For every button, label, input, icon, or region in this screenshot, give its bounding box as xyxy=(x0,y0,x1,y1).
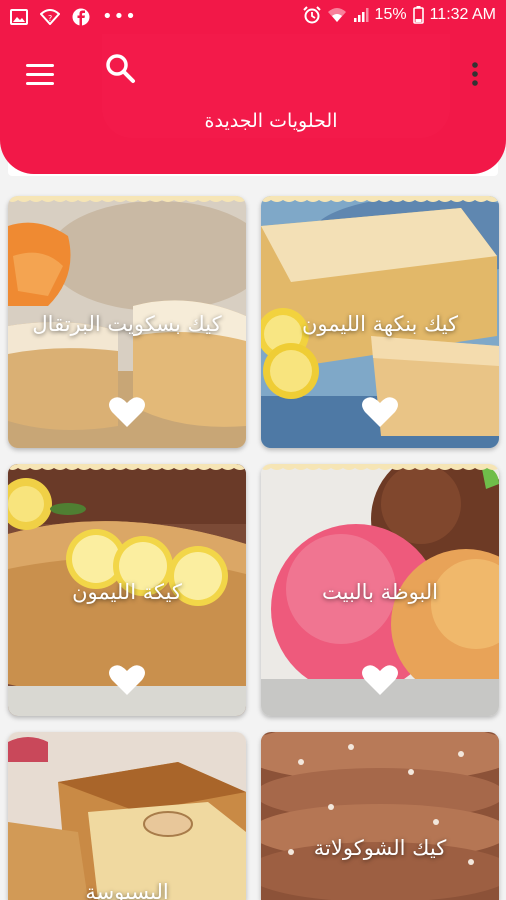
page-title: الحلويات الجديدة xyxy=(204,110,338,132)
status-time: 11:32 AM xyxy=(429,6,496,23)
recipe-title: البوظة بالبيت xyxy=(321,579,438,604)
hamburger-icon[interactable] xyxy=(26,64,54,86)
recipe-card[interactable]: كيك بنكهة الليمون xyxy=(261,196,499,448)
recipe-card[interactable]: البسبوسة xyxy=(8,732,246,900)
lace-border xyxy=(261,464,499,470)
favorite-heart-icon[interactable] xyxy=(362,664,398,696)
recipe-card[interactable]: البوظة بالبيت xyxy=(261,464,499,716)
favorite-heart-icon[interactable] xyxy=(109,396,145,428)
signal-icon xyxy=(353,8,369,22)
recipe-image xyxy=(8,732,246,900)
recipe-card[interactable]: كيكة الليمون xyxy=(8,464,246,716)
lace-border xyxy=(8,196,246,202)
favorite-heart-icon[interactable] xyxy=(109,664,145,696)
favorite-heart-icon[interactable] xyxy=(362,396,398,428)
lace-border xyxy=(261,196,499,202)
recipe-title: كيك بسكويت البرتقال xyxy=(32,311,222,336)
lace-border xyxy=(8,464,246,470)
svg-text:?: ? xyxy=(48,14,52,23)
recipe-title: كيكة الليمون xyxy=(72,579,182,604)
recipe-title: البسبوسة xyxy=(85,880,169,900)
more-dots-icon: ••• xyxy=(102,6,137,27)
battery-icon xyxy=(412,6,424,24)
facebook-icon xyxy=(72,8,90,26)
recipe-card[interactable]: كيك بسكويت البرتقال xyxy=(8,196,246,448)
status-bar: ? ••• 15% 11:32 AM xyxy=(0,0,506,34)
recipe-title: كيك الشوكولاتة xyxy=(313,836,447,860)
wifi-question-icon: ? xyxy=(40,9,60,25)
app-header: الحلويات الجديدة xyxy=(0,34,506,174)
more-vert-icon[interactable] xyxy=(464,60,486,90)
recipe-card[interactable]: كيك الشوكولاتة xyxy=(261,732,499,900)
wifi-icon xyxy=(327,8,346,22)
search-icon[interactable] xyxy=(104,52,138,86)
recipe-title: كيك بنكهة الليمون xyxy=(301,311,459,336)
gallery-icon xyxy=(10,9,28,25)
battery-percent: 15% xyxy=(374,6,407,23)
alarm-icon xyxy=(302,6,321,24)
recipe-image xyxy=(261,732,499,900)
